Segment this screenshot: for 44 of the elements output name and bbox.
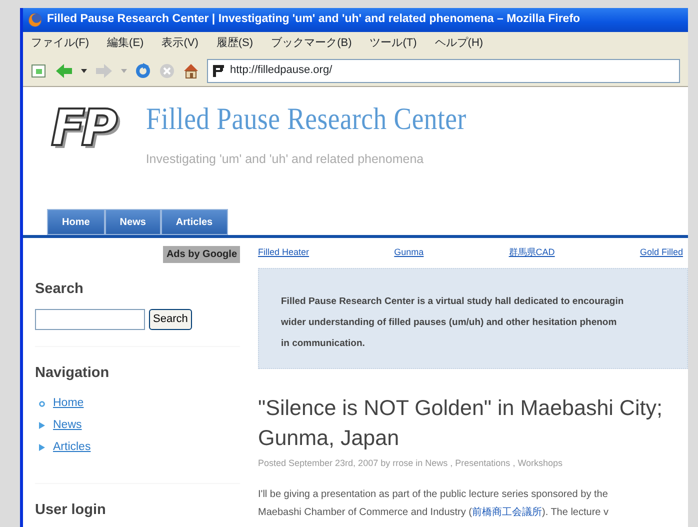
- nav-tab[interactable]: Home: [47, 209, 105, 235]
- stop-icon[interactable]: [159, 62, 175, 78]
- inline-link[interactable]: 前橋商工会議所: [472, 507, 542, 518]
- menu-item[interactable]: 表示(V): [162, 35, 198, 52]
- browser-icon: [27, 12, 43, 28]
- intro-panel: Filled Pause Research Center is a virtual study hall dedicated to encouragin wider understanding of filled pauses (um/uh) and other hesitation phenom in communication.: [258, 268, 688, 368]
- search-button[interactable]: Search: [149, 309, 192, 330]
- menu-item[interactable]: 履歴(S): [216, 35, 254, 52]
- nav-link[interactable]: Articles: [53, 438, 91, 456]
- window-title: Filled Pause Research Center | Investigating 'um' and 'uh' and related phenomena – Mozilla Firefo: [47, 12, 580, 28]
- ads-label: Ads by Google: [163, 246, 240, 263]
- ad-link[interactable]: Gold Filled: [640, 246, 683, 260]
- section-heading: Search: [35, 280, 84, 299]
- post-body: I'll be giving a presentation as part of the public lecture series sponsored by the Maebashi Chamber of Commerce and Industry (前橋商工会議所). The lecture v: [258, 488, 610, 520]
- site-title: Filled Pause Research Center: [146, 103, 466, 134]
- menu-item[interactable]: ファイル(F): [31, 35, 90, 52]
- site-tagline: Investigating 'um' and 'uh' and related phenomena: [146, 151, 425, 168]
- nav-tab[interactable]: News: [104, 209, 161, 235]
- triangle-icon: [39, 444, 45, 451]
- dropdown-icon[interactable]: [81, 68, 87, 72]
- ad-link[interactable]: 群馬県CAD: [508, 246, 555, 260]
- logo: FP: [47, 95, 138, 159]
- ad-link[interactable]: Filled Heater: [258, 246, 310, 260]
- menu-item[interactable]: ヘルプ(H): [434, 35, 484, 52]
- post-meta: Posted September 23rd, 2007 by rrose in News , Presentations , Workshops: [258, 456, 564, 470]
- back-icon[interactable]: [55, 62, 73, 78]
- new-tab-icon[interactable]: [31, 62, 47, 78]
- menu-item[interactable]: ツール(T): [370, 35, 417, 52]
- reload-icon[interactable]: [135, 62, 151, 78]
- site-icon: [212, 64, 226, 78]
- post-title: "Silence is NOT Golden" in Maebashi City; Gunma, Japan: [258, 394, 664, 452]
- home-icon[interactable]: [183, 62, 199, 78]
- section-heading: Navigation: [35, 364, 110, 383]
- triangle-icon: [39, 422, 45, 429]
- nav-tab[interactable]: Articles: [160, 209, 228, 235]
- nav-link[interactable]: Home: [53, 394, 84, 412]
- search-field[interactable]: [35, 308, 145, 330]
- section-heading: User login: [35, 500, 107, 520]
- nav-link[interactable]: News: [53, 416, 82, 434]
- bullet-icon: [39, 400, 45, 406]
- menu-item[interactable]: ブックマーク(B): [271, 35, 352, 52]
- address-field[interactable]: http://filledpause.org/: [207, 58, 680, 82]
- ad-link[interactable]: Gunma: [394, 246, 424, 260]
- menu-item[interactable]: 編集(E): [107, 35, 144, 52]
